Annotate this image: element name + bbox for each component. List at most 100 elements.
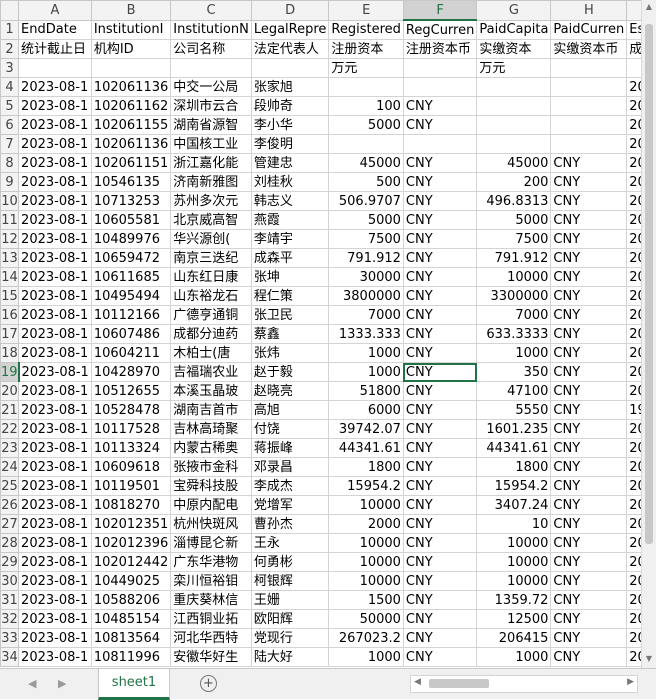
row-header-18[interactable]: 18 xyxy=(1,344,19,363)
cell-E29[interactable]: 10000 xyxy=(329,553,404,572)
cell-G25[interactable]: 15954.2 xyxy=(477,477,551,496)
cell-A34[interactable]: 2023-08-1 xyxy=(19,648,92,667)
cell-C18[interactable]: 木柏士(唐 xyxy=(171,344,252,363)
cell-F19[interactable]: CNY xyxy=(403,363,476,382)
row-header-17[interactable]: 17 xyxy=(1,325,19,344)
next-sheet-icon[interactable]: ▶ xyxy=(58,677,66,690)
cell-A1[interactable]: EndDate xyxy=(19,20,92,40)
cell-C34[interactable]: 安徽华好生 xyxy=(171,648,252,667)
row-header-28[interactable]: 28 xyxy=(1,534,19,553)
column-header-F[interactable]: F xyxy=(403,1,476,21)
cell-F6[interactable]: CNY xyxy=(403,116,476,135)
cell-F3[interactable] xyxy=(403,59,476,78)
scroll-down-icon[interactable]: ▼ xyxy=(644,654,654,666)
cell-B29[interactable]: 102012442 xyxy=(91,553,170,572)
cell-F34[interactable]: CNY xyxy=(403,648,476,667)
cell-H34[interactable]: CNY xyxy=(551,648,627,667)
cell-G22[interactable]: 1601.235 xyxy=(477,420,551,439)
cell-F7[interactable] xyxy=(403,135,476,154)
spreadsheet-grid[interactable]: ABCDEFGHI1EndDateInstitutionIInstitution… xyxy=(0,0,656,668)
cell-F22[interactable]: CNY xyxy=(403,420,476,439)
cell-A4[interactable]: 2023-08-1 xyxy=(19,78,92,97)
cell-E32[interactable]: 50000 xyxy=(329,610,404,629)
cell-E5[interactable]: 100 xyxy=(329,97,404,116)
cell-C4[interactable]: 中交一公局 xyxy=(171,78,252,97)
cell-A18[interactable]: 2023-08-1 xyxy=(19,344,92,363)
cell-F27[interactable]: CNY xyxy=(403,515,476,534)
row-header-8[interactable]: 8 xyxy=(1,154,19,173)
cell-E9[interactable]: 500 xyxy=(329,173,404,192)
column-header-D[interactable]: D xyxy=(251,1,329,21)
column-header-C[interactable]: C xyxy=(171,1,252,21)
cell-G1[interactable]: PaidCapita xyxy=(477,20,551,40)
cell-B8[interactable]: 102061151 xyxy=(91,154,170,173)
cell-E7[interactable] xyxy=(329,135,404,154)
column-header-A[interactable]: A xyxy=(19,1,92,21)
row-header-16[interactable]: 16 xyxy=(1,306,19,325)
cell-B2[interactable]: 机构ID xyxy=(91,40,170,59)
cell-B26[interactable]: 10818270 xyxy=(91,496,170,515)
row-header-1[interactable]: 1 xyxy=(1,20,19,40)
cell-A28[interactable]: 2023-08-1 xyxy=(19,534,92,553)
cell-A2[interactable]: 统计截止日 xyxy=(19,40,92,59)
select-all-corner[interactable] xyxy=(1,1,19,21)
cell-E21[interactable]: 6000 xyxy=(329,401,404,420)
cell-G29[interactable]: 10000 xyxy=(477,553,551,572)
sheet-table[interactable]: ABCDEFGHI1EndDateInstitutionIInstitution… xyxy=(0,0,656,667)
prev-sheet-icon[interactable]: ◀ xyxy=(28,677,36,690)
cell-E33[interactable]: 267023.2 xyxy=(329,629,404,648)
row-header-25[interactable]: 25 xyxy=(1,477,19,496)
cell-A13[interactable]: 2023-08-1 xyxy=(19,249,92,268)
cell-G11[interactable]: 5000 xyxy=(477,211,551,230)
cell-F33[interactable]: CNY xyxy=(403,629,476,648)
cell-D9[interactable]: 刘桂秋 xyxy=(251,173,329,192)
cell-A27[interactable]: 2023-08-1 xyxy=(19,515,92,534)
cell-C15[interactable]: 山东裕龙石 xyxy=(171,287,252,306)
cell-E6[interactable]: 5000 xyxy=(329,116,404,135)
scroll-right-icon[interactable]: ▶ xyxy=(627,677,634,687)
cell-C32[interactable]: 江西铜业拓 xyxy=(171,610,252,629)
cell-D28[interactable]: 王永 xyxy=(251,534,329,553)
scroll-left-icon[interactable]: ◀ xyxy=(414,677,421,687)
cell-B4[interactable]: 102061136 xyxy=(91,78,170,97)
cell-H18[interactable]: CNY xyxy=(551,344,627,363)
cell-C28[interactable]: 淄博昆仑新 xyxy=(171,534,252,553)
cell-D30[interactable]: 柯银辉 xyxy=(251,572,329,591)
cell-E23[interactable]: 44341.61 xyxy=(329,439,404,458)
cell-H4[interactable] xyxy=(551,78,627,97)
cell-G24[interactable]: 1800 xyxy=(477,458,551,477)
cell-H17[interactable]: CNY xyxy=(551,325,627,344)
column-header-E[interactable]: E xyxy=(329,1,404,21)
row-header-19[interactable]: 19 xyxy=(1,363,19,382)
cell-G32[interactable]: 12500 xyxy=(477,610,551,629)
cell-B13[interactable]: 10659472 xyxy=(91,249,170,268)
cell-G6[interactable] xyxy=(477,116,551,135)
cell-E28[interactable]: 10000 xyxy=(329,534,404,553)
cell-G21[interactable]: 5550 xyxy=(477,401,551,420)
cell-C25[interactable]: 宝舜科技股 xyxy=(171,477,252,496)
sheet-tab-sheet1[interactable]: sheet1 xyxy=(98,669,170,700)
cell-E2[interactable]: 注册资本 xyxy=(329,40,404,59)
cell-H27[interactable]: CNY xyxy=(551,515,627,534)
cell-C16[interactable]: 广德亨通铜 xyxy=(171,306,252,325)
cell-D34[interactable]: 陆大好 xyxy=(251,648,329,667)
row-header-9[interactable]: 9 xyxy=(1,173,19,192)
cell-C23[interactable]: 内蒙古稀奥 xyxy=(171,439,252,458)
cell-A31[interactable]: 2023-08-1 xyxy=(19,591,92,610)
cell-H5[interactable] xyxy=(551,97,627,116)
cell-F26[interactable]: CNY xyxy=(403,496,476,515)
cell-C8[interactable]: 浙江嘉化能 xyxy=(171,154,252,173)
cell-B11[interactable]: 10605581 xyxy=(91,211,170,230)
cell-C9[interactable]: 济南新雅图 xyxy=(171,173,252,192)
row-header-12[interactable]: 12 xyxy=(1,230,19,249)
cell-B9[interactable]: 10546135 xyxy=(91,173,170,192)
cell-D6[interactable]: 李小华 xyxy=(251,116,329,135)
cell-A24[interactable]: 2023-08-1 xyxy=(19,458,92,477)
cell-E30[interactable]: 10000 xyxy=(329,572,404,591)
cell-G27[interactable]: 10 xyxy=(477,515,551,534)
cell-A32[interactable]: 2023-08-1 xyxy=(19,610,92,629)
cell-H16[interactable]: CNY xyxy=(551,306,627,325)
cell-G5[interactable] xyxy=(477,97,551,116)
cell-C5[interactable]: 深圳市云合 xyxy=(171,97,252,116)
cell-E12[interactable]: 7500 xyxy=(329,230,404,249)
